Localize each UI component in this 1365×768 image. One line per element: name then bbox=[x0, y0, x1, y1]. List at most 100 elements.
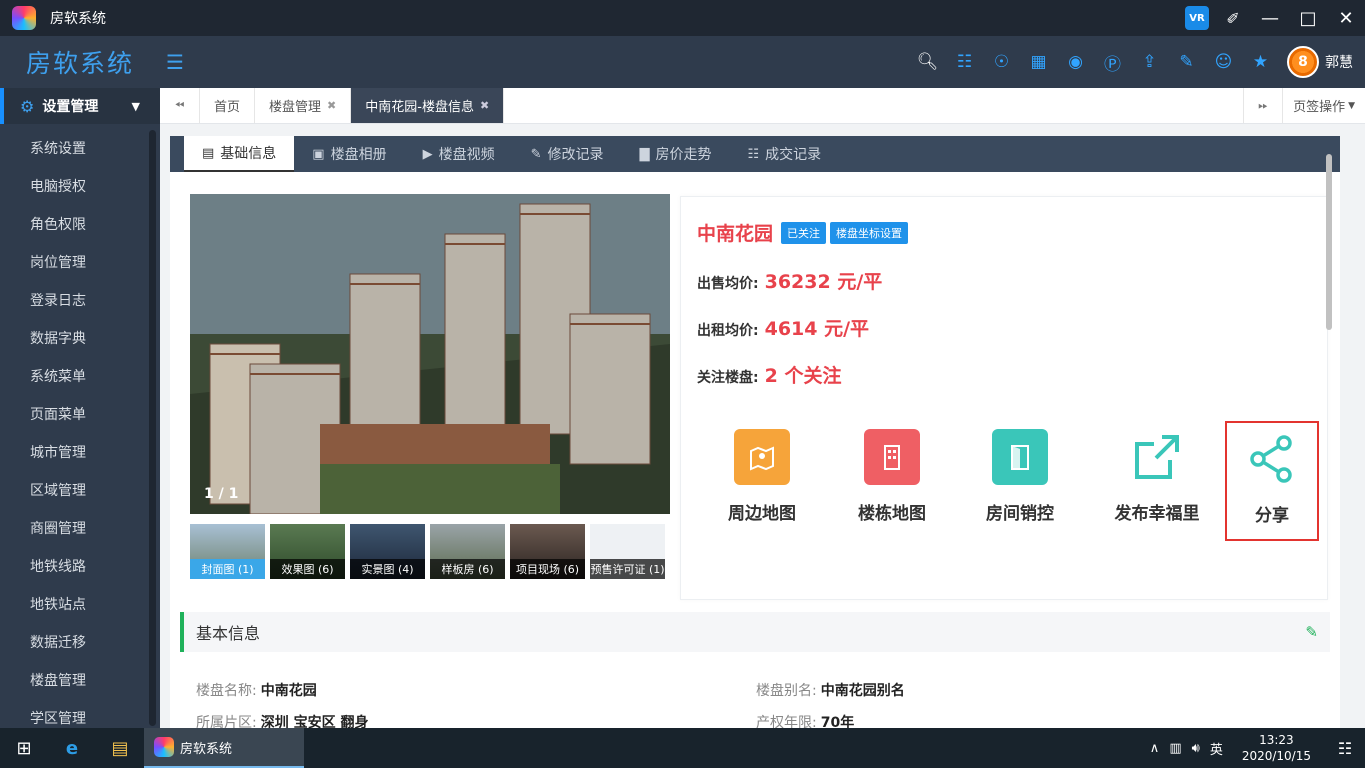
tab-home[interactable]: 首页 bbox=[200, 88, 256, 123]
thumbnail-label: 效果图 (6) bbox=[270, 559, 345, 579]
sidebar-item-role-permissions[interactable]: 角色权限 bbox=[0, 206, 160, 244]
maximize-button[interactable]: □ bbox=[1289, 0, 1327, 36]
estate-actions: 周边地图 楼栋地图 房间销控 发布幸福里 分享 bbox=[697, 421, 1327, 541]
estate-info-card: 中南花园 已关注 楼盘坐标设置 出售均价: 36232 元/平 出租均价: 46… bbox=[680, 196, 1328, 600]
sidebar-item-business-area[interactable]: 商圈管理 bbox=[0, 510, 160, 548]
sidebar-item-pc-authorization[interactable]: 电脑授权 bbox=[0, 168, 160, 206]
thumbnail-label: 封面图 (1) bbox=[190, 559, 265, 579]
network-icon[interactable]: ▥ bbox=[1169, 741, 1181, 756]
username[interactable]: 郭慧 bbox=[1325, 52, 1353, 72]
location-icon[interactable]: ◉ bbox=[1057, 44, 1094, 81]
sidebar-item-system-menu[interactable]: 系统菜单 bbox=[0, 358, 160, 396]
help-icon[interactable]: Ⓟ bbox=[1094, 44, 1131, 81]
sidebar-item-metro-stations[interactable]: 地铁站点 bbox=[0, 586, 160, 624]
tab-deal-records[interactable]: ☷ 成交记录 bbox=[730, 136, 840, 172]
user-pin-icon[interactable]: ☺ bbox=[1205, 44, 1242, 81]
thumbnail-effect[interactable]: 效果图 (6) bbox=[270, 524, 345, 579]
tabs-scroll-left-button[interactable]: ⏪︎ bbox=[160, 88, 200, 123]
room-control-button[interactable]: 房间销控 bbox=[955, 421, 1085, 541]
follow-count-row: 关注楼盘: 2 个关注 bbox=[697, 361, 841, 388]
menu-toggle-icon[interactable]: ☰ bbox=[166, 50, 184, 74]
tab-label: 首页 bbox=[214, 100, 241, 115]
subtab-label: 楼盘相册 bbox=[330, 147, 387, 163]
thumbnail-presale-license[interactable]: 预售许可证 (1) bbox=[590, 524, 665, 579]
tab-video[interactable]: ▶ 楼盘视频 bbox=[405, 136, 513, 172]
main-photo[interactable]: 1 / 1 bbox=[190, 194, 670, 514]
taskbar-app-button[interactable]: 房软系统 bbox=[144, 728, 304, 768]
sidebar-item-system-settings[interactable]: 系统设置 bbox=[0, 130, 160, 168]
thumbnail-real[interactable]: 实景图 (4) bbox=[350, 524, 425, 579]
notification-icon[interactable]: ☷ bbox=[1325, 739, 1365, 758]
tab-estate-info[interactable]: 中南花园-楼盘信息 ✖ bbox=[351, 88, 505, 123]
field-label: 楼盘名称: bbox=[196, 683, 257, 699]
ime-indicator[interactable]: 英 bbox=[1210, 739, 1223, 758]
sidebar-item-data-migration[interactable]: 数据迁移 bbox=[0, 624, 160, 662]
content-scrollbar[interactable] bbox=[1326, 154, 1332, 330]
nearby-map-button[interactable]: 周边地图 bbox=[697, 421, 827, 541]
upload-icon[interactable]: ⇪ bbox=[1131, 44, 1168, 81]
clock[interactable]: 13:23 2020/10/15 bbox=[1242, 732, 1311, 764]
tab-label: 楼盘管理 bbox=[269, 100, 322, 115]
contact-card-icon[interactable]: ☉ bbox=[983, 44, 1020, 81]
thumbnail-strip: 封面图 (1) 效果图 (6) 实景图 (4) 样板房 (6) 项目现场 (6)… bbox=[190, 524, 670, 579]
close-icon[interactable]: ✖ bbox=[327, 99, 336, 112]
sidebar-item-district-management[interactable]: 区域管理 bbox=[0, 472, 160, 510]
tab-price-trend[interactable]: ▇ 房价走势 bbox=[622, 136, 730, 172]
edit-icon[interactable]: ✎ bbox=[1305, 623, 1318, 641]
field-area: 所属片区: 深圳 宝安区 翻身 bbox=[196, 712, 368, 728]
edit-window-icon[interactable]: ✐ bbox=[1215, 0, 1251, 36]
share-button[interactable]: 分享 bbox=[1225, 421, 1319, 541]
file-explorer-icon[interactable]: ▤ bbox=[96, 728, 144, 768]
runner-icon[interactable]: ★ bbox=[1242, 44, 1279, 81]
tab-basic-info[interactable]: ▤ 基础信息 bbox=[184, 136, 295, 172]
sidebar-item-login-log[interactable]: 登录日志 bbox=[0, 282, 160, 320]
building-map-button[interactable]: 楼栋地图 bbox=[827, 421, 957, 541]
minimize-button[interactable]: — bbox=[1251, 0, 1289, 36]
sidebar-group-settings[interactable]: ⚙ 设置管理 ▼ bbox=[0, 88, 160, 124]
thumbnail-sample-room[interactable]: 样板房 (6) bbox=[430, 524, 505, 579]
edit-note-icon[interactable]: ✎ bbox=[1168, 44, 1205, 81]
tab-album[interactable]: ▣ 楼盘相册 bbox=[294, 136, 404, 172]
tabs-scroll-right-button[interactable]: ⏩︎ bbox=[1243, 88, 1284, 123]
field-label: 楼盘别名: bbox=[756, 683, 817, 699]
action-label: 周边地图 bbox=[728, 504, 796, 524]
coords-settings-button[interactable]: 楼盘坐标设置 bbox=[830, 221, 909, 244]
avatar[interactable]: 8 bbox=[1287, 46, 1319, 78]
thumbnail-site[interactable]: 项目现场 (6) bbox=[510, 524, 585, 579]
basic-info-header: 基本信息 ✎ bbox=[180, 612, 1330, 652]
thumbnail-cover[interactable]: 封面图 (1) bbox=[190, 524, 265, 579]
grid-apps-icon[interactable]: ▦ bbox=[1020, 44, 1057, 81]
sidebar-item-metro-lines[interactable]: 地铁线路 bbox=[0, 548, 160, 586]
close-icon[interactable]: ✖ bbox=[480, 99, 489, 112]
estate-subtabs: ▤ 基础信息 ▣ 楼盘相册 ▶ 楼盘视频 ✎ 修改记录 ▇ 房价走势 ☷ 成交记… bbox=[170, 136, 1340, 172]
volume-icon[interactable]: 🔊︎ bbox=[1192, 741, 1200, 756]
window-title: 房软系统 bbox=[50, 11, 106, 27]
thumbnail-label: 样板房 (6) bbox=[430, 559, 505, 579]
sidebar-scrollbar[interactable] bbox=[149, 130, 156, 726]
search-icon[interactable]: 🔍︎ bbox=[909, 44, 946, 81]
sidebar-item-page-menu[interactable]: 页面菜单 bbox=[0, 396, 160, 434]
chevron-down-icon: ▼ bbox=[1348, 100, 1355, 111]
followed-badge[interactable]: 已关注 bbox=[781, 221, 827, 244]
close-button[interactable]: ✕ bbox=[1327, 0, 1365, 36]
field-estate-alias: 楼盘别名: 中南花园别名 bbox=[756, 680, 905, 700]
phone-icon[interactable]: ☷ bbox=[946, 44, 983, 81]
sidebar-item-data-dictionary[interactable]: 数据字典 bbox=[0, 320, 160, 358]
image-icon: ▣ bbox=[312, 146, 325, 162]
vr-icon[interactable]: VR bbox=[1179, 0, 1215, 36]
publish-button[interactable]: 发布幸福里 bbox=[1092, 421, 1222, 541]
sidebar-item-estate-management[interactable]: 楼盘管理 bbox=[0, 662, 160, 700]
tab-edit-history[interactable]: ✎ 修改记录 bbox=[513, 136, 622, 172]
sidebar-item-school-district[interactable]: 学区管理 bbox=[0, 700, 160, 728]
chevron-up-icon[interactable]: ∧ bbox=[1150, 741, 1160, 756]
edge-browser-icon[interactable]: e bbox=[48, 728, 96, 768]
field-label: 所属片区: bbox=[196, 715, 257, 728]
app-logo-icon bbox=[12, 6, 36, 30]
subtab-label: 修改记录 bbox=[547, 147, 604, 163]
windows-start-icon[interactable]: ⊞ bbox=[0, 728, 48, 768]
tab-operations-dropdown[interactable]: 页签操作 ▼ bbox=[1283, 88, 1365, 123]
action-label: 分享 bbox=[1255, 506, 1289, 526]
sidebar-item-city-management[interactable]: 城市管理 bbox=[0, 434, 160, 472]
tab-estate-management[interactable]: 楼盘管理 ✖ bbox=[255, 88, 352, 123]
sidebar-item-position-management[interactable]: 岗位管理 bbox=[0, 244, 160, 282]
